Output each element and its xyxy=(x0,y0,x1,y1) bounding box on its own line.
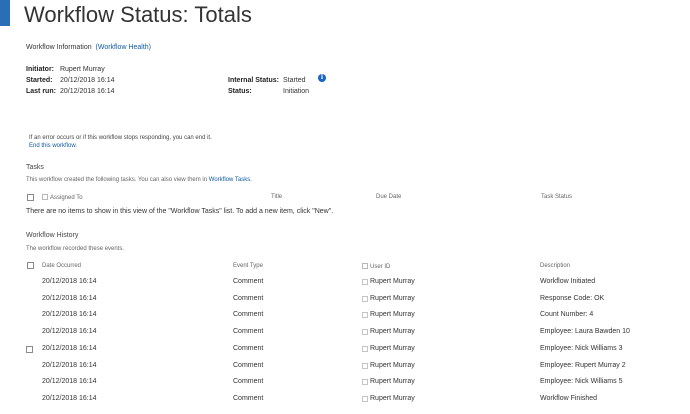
user-presence-icon xyxy=(362,312,368,318)
status-value: Initiation xyxy=(283,88,310,95)
started-label: Started: xyxy=(26,77,53,84)
history-cell-user: Rupert Murray xyxy=(370,278,415,285)
history-cell-event-type: Comment xyxy=(233,395,264,402)
last-run-value: 20/12/2018 16:14 xyxy=(60,88,115,95)
history-cell-user: Rupert Murray xyxy=(370,295,415,302)
history-cell-user: Rupert Murray xyxy=(370,395,415,402)
history-cell-date: 20/12/2018 16:14 xyxy=(42,295,97,302)
history-cell-date: 20/12/2018 16:14 xyxy=(42,278,97,285)
history-cell-event-type: Comment xyxy=(233,295,264,302)
user-presence-icon xyxy=(362,379,368,385)
history-cell-description: Employee: Nick Williams 5 xyxy=(540,378,623,385)
history-cell-date: 20/12/2018 16:14 xyxy=(42,378,97,385)
history-cell-event-type: Comment xyxy=(233,328,264,335)
tasks-empty-message: There are no items to show in this view … xyxy=(26,208,334,215)
page-title: Workflow Status: Totals xyxy=(24,2,252,27)
history-cell-date: 20/12/2018 16:14 xyxy=(42,328,97,335)
tasks-description-text: This workflow created the following task… xyxy=(26,177,209,183)
user-presence-icon xyxy=(362,279,368,285)
history-select-all-checkbox[interactable] xyxy=(27,262,34,269)
tasks-header-due-date[interactable]: Due Date xyxy=(376,194,401,200)
user-id-filter-icon xyxy=(362,263,368,269)
history-cell-user: Rupert Murray xyxy=(370,378,415,385)
user-presence-icon xyxy=(362,396,368,402)
tasks-header-task-status[interactable]: Task Status xyxy=(541,194,572,200)
history-header-user-id[interactable]: User ID xyxy=(362,263,390,270)
history-cell-description: Workflow Initiated xyxy=(540,278,596,285)
end-workflow-note: If an error occurs or if this workflow s… xyxy=(29,135,212,141)
tasks-select-all-checkbox[interactable] xyxy=(27,194,34,201)
tasks-title: Tasks xyxy=(26,164,44,171)
history-cell-user: Rupert Murray xyxy=(370,311,415,318)
history-cell-description: Response Code: OK xyxy=(540,295,605,302)
user-presence-icon xyxy=(362,329,368,335)
accent-bar xyxy=(0,0,10,26)
workflow-info-label: Workflow Information xyxy=(26,44,92,51)
initiator-value: Rupert Murray xyxy=(59,66,105,73)
history-cell-description: Employee: Laura Bawden 10 xyxy=(540,328,630,335)
info-icon[interactable]: i xyxy=(318,74,326,82)
history-header-description[interactable]: Description xyxy=(540,263,570,269)
history-cell-date: 20/12/2018 16:14 xyxy=(42,311,97,318)
tasks-header-title[interactable]: Title xyxy=(271,194,282,200)
history-cell-user: Rupert Murray xyxy=(370,345,415,352)
initiator-row: Initiator: Rupert Murray xyxy=(26,66,105,73)
history-description: The workflow recorded these events. xyxy=(26,246,125,252)
history-cell-date: 20/12/2018 16:14 xyxy=(42,345,97,352)
history-cell-event-type: Comment xyxy=(233,311,264,318)
last-run-label: Last run: xyxy=(26,88,56,95)
history-cell-date: 20/12/2018 16:14 xyxy=(42,362,97,369)
history-cell-event-type: Comment xyxy=(233,362,264,369)
assigned-to-filter-icon xyxy=(42,194,48,200)
initiator-label: Initiator: xyxy=(26,66,54,73)
tasks-description-suffix: . xyxy=(250,177,252,183)
history-row-checkbox[interactable] xyxy=(26,346,33,353)
history-cell-description: Workflow Finished xyxy=(540,395,598,402)
started-value: 20/12/2018 16:14 xyxy=(60,77,115,84)
history-cell-date: 20/12/2018 16:14 xyxy=(42,395,97,402)
end-workflow-link[interactable]: End this workflow. xyxy=(29,143,77,149)
history-cell-user: Rupert Murray xyxy=(370,362,415,369)
history-header-event-type[interactable]: Event Type xyxy=(233,263,263,269)
history-cell-event-type: Comment xyxy=(233,345,264,352)
status-label: Status: xyxy=(228,88,252,95)
history-cell-event-type: Comment xyxy=(233,278,264,285)
history-cell-description: Employee: Nick Williams 3 xyxy=(540,345,623,352)
tasks-header-assigned-to[interactable]: Assigned To xyxy=(42,194,83,201)
workflow-info-header: Workflow Information (Workflow Health) xyxy=(26,44,151,51)
workflow-health-link[interactable]: (Workflow Health) xyxy=(96,44,152,51)
internal-status-label: Internal Status: xyxy=(228,77,279,84)
internal-status-value: Started xyxy=(283,77,306,84)
user-presence-icon xyxy=(362,296,368,302)
history-cell-description: Employee: Rupert Murray 2 xyxy=(540,362,626,369)
history-cell-user: Rupert Murray xyxy=(370,328,415,335)
history-cell-description: Count Number: 4 xyxy=(540,311,594,318)
user-presence-icon xyxy=(362,363,368,369)
user-presence-icon xyxy=(362,346,368,352)
history-cell-event-type: Comment xyxy=(233,378,264,385)
history-header-date[interactable]: Date Occurred xyxy=(42,263,81,269)
tasks-description: This workflow created the following task… xyxy=(26,177,252,183)
history-title: Workflow History xyxy=(26,232,79,239)
workflow-tasks-link[interactable]: Workflow Tasks xyxy=(209,177,250,183)
